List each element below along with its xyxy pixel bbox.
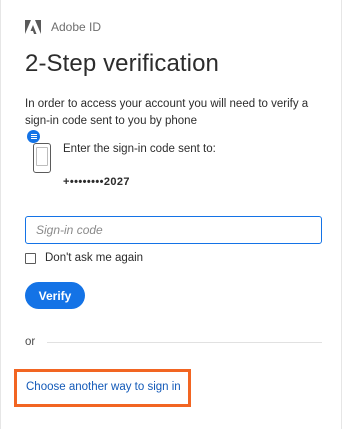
verify-button[interactable]: Verify <box>25 282 85 309</box>
phone-icon <box>33 143 51 173</box>
instructions-text: In order to access your account you will… <box>25 98 309 127</box>
message-bubble-icon <box>27 130 40 143</box>
header: Adobe ID <box>25 17 101 37</box>
sign-in-code-input[interactable] <box>25 216 322 244</box>
verification-card: Adobe ID 2-Step verification In order to… <box>0 0 342 429</box>
divider-line <box>47 341 322 343</box>
masked-phone-number: +••••••••2027 <box>63 176 130 188</box>
phone-message-icon <box>23 130 53 174</box>
adobe-logo-icon <box>25 20 41 34</box>
dont-ask-again-label: Don't ask me again <box>45 252 144 264</box>
dont-ask-again-option[interactable]: Don't ask me again <box>25 252 143 264</box>
brand-name: Adobe ID <box>51 20 102 34</box>
dont-ask-again-checkbox[interactable] <box>25 252 36 264</box>
choose-another-way-link[interactable]: Choose another way to sign in <box>26 381 181 393</box>
or-divider: or <box>25 336 322 348</box>
or-label: or <box>25 336 36 348</box>
page-title: 2-Step verification <box>25 50 219 77</box>
code-sent-label: Enter the sign-in code sent to: <box>63 143 216 155</box>
